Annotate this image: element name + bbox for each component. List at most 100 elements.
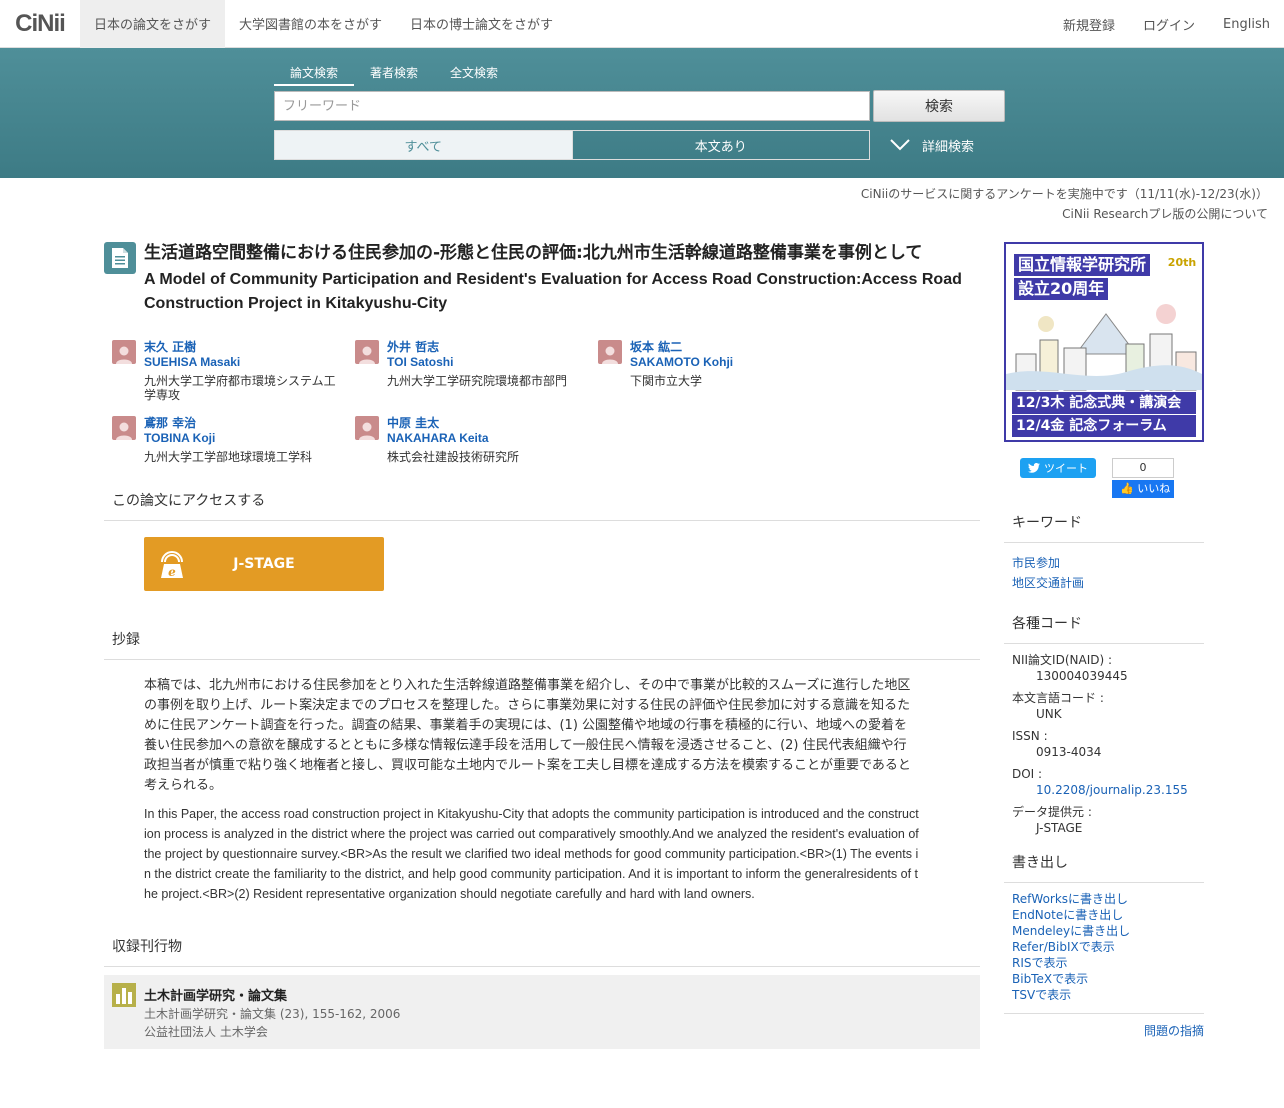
avatar-icon xyxy=(112,340,136,364)
export-endnote-link[interactable]: EndNoteに書き出し xyxy=(1012,908,1123,922)
search-button[interactable]: 検索 xyxy=(873,90,1005,122)
author-affiliation: 九州大学工学研究院環境都市部門 xyxy=(387,374,568,388)
author-affiliation: 九州大学工学府都市環境システム工学専攻 xyxy=(144,374,336,402)
paper-title-en: A Model of Community Participation and R… xyxy=(144,271,962,312)
author-name-en-link[interactable]: SAKAMOTO Kohji xyxy=(630,355,733,370)
journal-box: 土木計画学研究・論文集 土木計画学研究・論文集 (23), 155-162, 2… xyxy=(104,975,980,1049)
author-list: 末久 正樹 SUEHISA Masaki 九州大学工学府都市環境システム工学専攻… xyxy=(112,340,980,464)
code-key: DOI : xyxy=(1012,767,1043,781)
search-tabs: 論文検索 著者検索 全文検索 xyxy=(274,64,514,86)
code-key: データ提供元 : xyxy=(1012,805,1092,819)
paper-icon xyxy=(104,242,136,274)
tab-fulltext-search[interactable]: 全文検索 xyxy=(434,64,514,86)
code-value: 0913-4034 xyxy=(1036,745,1102,759)
export-bibtex-link[interactable]: BibTeXで表示 xyxy=(1012,972,1088,986)
filter-fulltext[interactable]: 本文あり xyxy=(571,131,870,159)
tab-author-search[interactable]: 著者検索 xyxy=(354,64,434,86)
search-input[interactable] xyxy=(274,91,870,121)
banner-event-1: 12/3木 記念式典・講演会 xyxy=(1012,392,1196,414)
login-link[interactable]: ログイン xyxy=(1129,0,1209,48)
author-item: 鳶那 幸治 TOBINA Koji 九州大学工学部地球環境工学科 xyxy=(112,416,355,464)
english-link[interactable]: English xyxy=(1209,0,1284,48)
code-value: 130004039445 xyxy=(1036,669,1128,683)
doi-link[interactable]: 10.2208/journalip.23.155 xyxy=(1036,783,1188,797)
avatar-icon xyxy=(598,340,622,364)
export-refworks-link[interactable]: RefWorksに書き出し xyxy=(1012,892,1128,906)
thumbs-up-icon: 👍 xyxy=(1120,482,1138,495)
author-name-link[interactable]: 外井 哲志 xyxy=(387,340,567,355)
author-item: 坂本 紘二 SAKAMOTO Kohji 下関市立大学 xyxy=(598,340,841,402)
cinii-logo[interactable]: CiNii xyxy=(0,0,80,48)
author-item: 外井 哲志 TOI Satoshi 九州大学工学研究院環境都市部門 xyxy=(355,340,598,402)
main-content: 生活道路空間整備における住民参加の-形態と住民の評価:北九州市生活幹線道路整備事… xyxy=(104,242,980,1049)
author-affiliation: 九州大学工学部地球環境工学科 xyxy=(144,450,313,464)
advanced-search-label: 詳細検索 xyxy=(922,139,975,155)
fb-like-button[interactable]: 👍 いいね xyxy=(1112,480,1174,498)
twitter-icon xyxy=(1028,463,1040,473)
abstract-en: In this Paper, the access road construct… xyxy=(144,807,919,901)
sidebar: 20th 国立情報学研究所 設立20周年 12/3木 記念式典・講演会 12/4… xyxy=(1004,242,1204,1039)
code-key: NII論文ID(NAID) : xyxy=(1012,653,1113,667)
author-name-link[interactable]: 坂本 紘二 xyxy=(630,340,733,355)
journal-publisher: 公益社団法人 土木学会 xyxy=(144,1025,268,1039)
facebook-like[interactable]: 0 👍 いいね xyxy=(1112,458,1174,498)
chevron-down-icon xyxy=(890,139,910,151)
nav-papers[interactable]: 日本の論文をさがす xyxy=(80,0,226,48)
keywords-heading: キーワード xyxy=(1004,512,1204,543)
research-notice-link[interactable]: CiNii Researchプレ版の公開について xyxy=(1062,207,1268,221)
export-ris-link[interactable]: RISで表示 xyxy=(1012,956,1068,970)
author-name-en-link[interactable]: TOBINA Koji xyxy=(144,431,312,446)
paper-title-ja: 生活道路空間整備における住民参加の-形態と住民の評価:北九州市生活幹線道路整備事… xyxy=(144,243,923,263)
nii-anniversary-banner[interactable]: 20th 国立情報学研究所 設立20周年 12/3木 記念式典・講演会 12/4… xyxy=(1004,242,1204,442)
banner-title: 国立情報学研究所 xyxy=(1014,254,1151,276)
top-bar: CiNii 日本の論文をさがす 大学図書館の本をさがす 日本の博士論文をさがす … xyxy=(0,0,1284,48)
abstract-ja: 本稿では、北九州市における住民参加をとり入れた生活幹線道路整備事業を紹介し、その… xyxy=(144,678,911,793)
keyword-link[interactable]: 地区交通計画 xyxy=(1012,576,1084,590)
author-name-link[interactable]: 末久 正樹 xyxy=(144,340,344,355)
search-panel: 論文検索 著者検索 全文検索 検索 すべて 本文あり 詳細検索 xyxy=(0,48,1284,178)
export-heading: 書き出し xyxy=(1004,852,1204,883)
register-link[interactable]: 新規登録 xyxy=(1049,0,1129,48)
notices: CiNiiのサービスに関するアンケートを実施中です（11/11(水)-12/23… xyxy=(861,184,1268,224)
nav-dissertations[interactable]: 日本の博士論文をさがす xyxy=(396,0,567,48)
journal-citation: 土木計画学研究・論文集 (23), 155-162, 2006 xyxy=(144,1007,401,1021)
code-value: J-STAGE xyxy=(1036,821,1083,835)
svg-text:20th: 20th xyxy=(1168,256,1196,269)
author-affiliation: 下関市立大学 xyxy=(630,374,703,388)
author-item: 中原 圭太 NAKAHARA Keita 株式会社建設技術研究所 xyxy=(355,416,598,464)
author-name-en-link[interactable]: SUEHISA Masaki xyxy=(144,355,344,370)
abstract-heading: 抄録 xyxy=(104,629,980,660)
export-tsv-link[interactable]: TSVで表示 xyxy=(1012,988,1071,1002)
survey-notice-link[interactable]: CiNiiのサービスに関するアンケートを実施中です（11/11(水)-12/23… xyxy=(861,187,1268,201)
filter-all[interactable]: すべて xyxy=(275,131,572,159)
code-key: 本文言語コード : xyxy=(1012,691,1104,705)
advanced-search-toggle[interactable]: 詳細検索 xyxy=(890,130,974,160)
avatar-icon xyxy=(355,340,379,364)
export-refer-link[interactable]: Refer/BibIXで表示 xyxy=(1012,940,1115,954)
jstage-button[interactable]: e J-STAGE xyxy=(144,537,384,591)
keyword-link[interactable]: 市民参加 xyxy=(1012,556,1060,570)
author-item: 末久 正樹 SUEHISA Masaki 九州大学工学府都市環境システム工学専攻 xyxy=(112,340,355,402)
fulltext-filter: すべて 本文あり xyxy=(274,130,870,160)
codes-heading: 各種コード xyxy=(1004,613,1204,644)
author-name-en-link[interactable]: TOI Satoshi xyxy=(387,355,567,370)
tweet-label: ツイート xyxy=(1044,462,1088,475)
author-name-link[interactable]: 中原 圭太 xyxy=(387,416,519,431)
journal-icon xyxy=(112,983,136,1007)
tab-paper-search[interactable]: 論文検索 xyxy=(274,64,355,86)
fb-like-count: 0 xyxy=(1112,458,1174,478)
nav-books[interactable]: 大学図書館の本をさがす xyxy=(225,0,396,48)
author-affiliation: 株式会社建設技術研究所 xyxy=(387,450,520,464)
banner-event-2: 12/4金 記念フォーラム xyxy=(1012,415,1196,437)
jstage-label: J-STAGE xyxy=(233,556,295,572)
export-mendeley-link[interactable]: Mendeleyに書き出し xyxy=(1012,924,1130,938)
code-value: UNK xyxy=(1036,707,1062,721)
journal-heading: 収録刊行物 xyxy=(104,936,980,967)
author-name-link[interactable]: 鳶那 幸治 xyxy=(144,416,312,431)
journal-title-link[interactable]: 土木計画学研究・論文集 xyxy=(144,985,287,1004)
social-buttons: ツイート 0 👍 いいね xyxy=(1020,458,1204,498)
author-name-en-link[interactable]: NAKAHARA Keita xyxy=(387,431,519,446)
report-problem-link[interactable]: 問題の指摘 xyxy=(1144,1024,1204,1038)
tweet-button[interactable]: ツイート xyxy=(1020,458,1096,478)
code-key: ISSN : xyxy=(1012,729,1048,743)
